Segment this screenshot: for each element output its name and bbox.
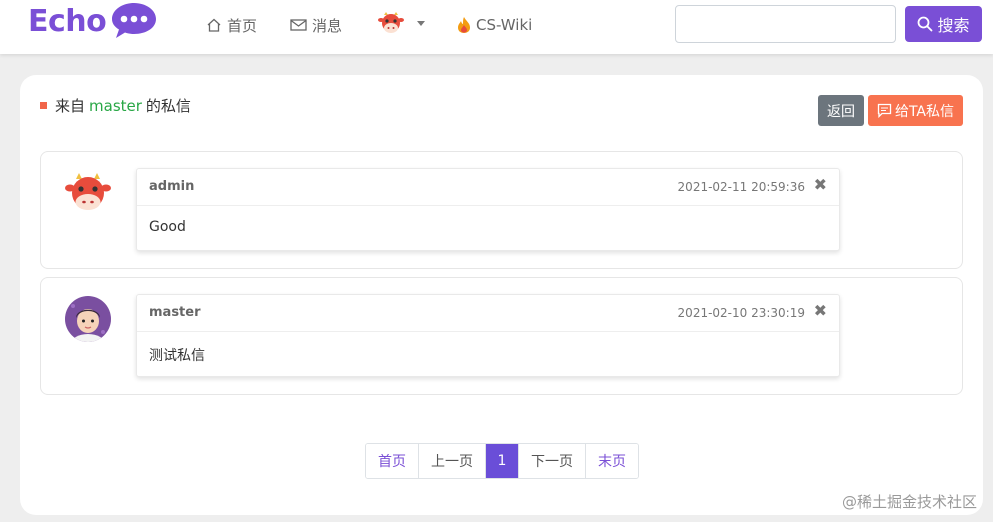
envelope-icon (290, 19, 307, 31)
brand-logo[interactable]: Echo (28, 2, 158, 40)
close-icon[interactable]: ✖ (814, 175, 827, 194)
letter-content: Good (149, 219, 186, 235)
chat-bubble-icon (112, 3, 157, 38)
title-prefix: 来自 (55, 97, 86, 115)
page-last[interactable]: 末页 (586, 444, 638, 478)
title-suffix: 的私信 (145, 97, 191, 115)
send-letter-button[interactable]: 给TA私信 (868, 95, 963, 126)
send-letter-label: 给TA私信 (894, 103, 955, 120)
nav-messages[interactable]: 消息 (290, 14, 342, 36)
nav-messages-label: 消息 (312, 16, 343, 35)
letter-detail-panel: 来自 master 的私信 返回 给TA私信 admin 2021-02-11 … (20, 75, 983, 515)
page-first[interactable]: 首页 (366, 444, 419, 478)
search-icon (918, 16, 933, 32)
brand-name: Echo (28, 3, 107, 39)
comment-icon (877, 103, 892, 118)
title-username: master (89, 96, 142, 115)
letter-header: master 2021-02-10 23:30:19 ✖ (137, 295, 839, 332)
sender-name[interactable]: admin (149, 179, 194, 194)
cow-avatar-icon (378, 12, 404, 33)
nav-user-menu[interactable] (378, 12, 425, 34)
search-input[interactable] (675, 5, 896, 43)
page-current[interactable]: 1 (486, 444, 519, 478)
nav-cs-wiki[interactable]: CS-Wiki (457, 14, 532, 36)
page-prev[interactable]: 上一页 (419, 444, 486, 478)
nav-home[interactable]: 首页 (206, 14, 257, 36)
pagination: 首页 上一页 1 下一页 末页 (365, 443, 639, 479)
search-button[interactable]: 搜索 (905, 6, 982, 42)
letter-item: master 2021-02-10 23:30:19 ✖ 测试私信 (40, 277, 963, 395)
user-avatar[interactable] (65, 170, 111, 216)
sender-name[interactable]: master (149, 305, 201, 320)
page-next[interactable]: 下一页 (519, 444, 586, 478)
search-button-label: 搜索 (937, 16, 970, 35)
page-title: 来自 master 的私信 (40, 95, 191, 116)
letter-content: 测试私信 (149, 348, 205, 364)
letter-time: 2021-02-11 20:59:36 (677, 180, 805, 194)
back-button[interactable]: 返回 (818, 95, 864, 126)
letter-header: admin 2021-02-11 20:59:36 ✖ (137, 169, 839, 206)
letter-item: admin 2021-02-11 20:59:36 ✖ Good (40, 151, 963, 269)
watermark: @稀土掘金技术社区 (841, 493, 977, 511)
fire-icon (458, 17, 470, 33)
chevron-down-icon (417, 20, 425, 26)
letter-card: admin 2021-02-11 20:59:36 ✖ Good (136, 168, 840, 251)
close-icon[interactable]: ✖ (814, 301, 827, 320)
user-avatar[interactable] (65, 296, 111, 342)
nav-cs-wiki-label: CS-Wiki (476, 16, 533, 34)
navbar: Echo 首页 消息 CS-Wiki 搜索 (0, 0, 993, 54)
title-marker (40, 102, 47, 109)
home-icon (207, 18, 221, 32)
letter-time: 2021-02-10 23:30:19 (677, 306, 805, 320)
nav-home-label: 首页 (227, 16, 258, 35)
letter-card: master 2021-02-10 23:30:19 ✖ 测试私信 (136, 294, 840, 377)
